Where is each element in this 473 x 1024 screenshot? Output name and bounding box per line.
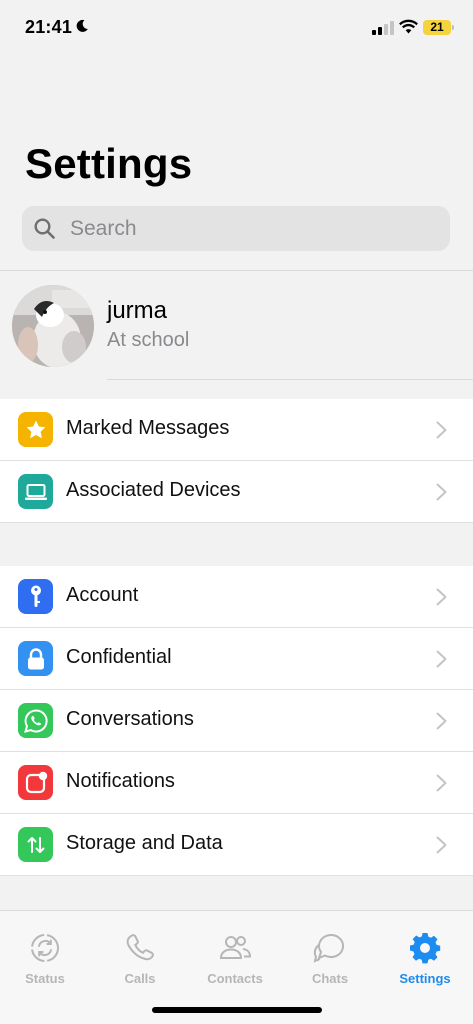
settings-item-label: Storage and Data [66, 832, 223, 854]
chevron-right-icon [436, 650, 447, 668]
battery-tip [452, 25, 454, 30]
chevron-right-icon [436, 483, 447, 501]
settings-item-marked-messages[interactable]: Marked Messages [0, 399, 473, 461]
chevron-right-icon [436, 774, 447, 792]
settings-item-associated-devices[interactable]: Associated Devices [0, 461, 473, 523]
settings-item-label: Notifications [66, 770, 175, 792]
settings-item-label: Marked Messages [66, 417, 230, 439]
key-icon [18, 579, 53, 614]
chevron-right-icon [436, 421, 447, 439]
wifi-icon [399, 19, 418, 34]
settings-group-primary: Marked Messages Associated Devices [0, 399, 473, 523]
clock: 21:41 [25, 17, 73, 37]
chevron-right-icon [436, 836, 447, 854]
phone-icon [126, 934, 154, 961]
chat-bubbles-icon [313, 933, 345, 963]
settings-item-conversations[interactable]: Conversations [0, 690, 473, 752]
profile-row[interactable]: jurma At school [0, 271, 473, 381]
cellular-signal-icon [372, 21, 394, 35]
avatar-photo [12, 285, 94, 367]
chevron-right-icon [436, 588, 447, 606]
settings-item-notifications[interactable]: Notifications [0, 752, 473, 814]
arrows-updown-icon [18, 827, 53, 862]
tab-status[interactable]: Status [0, 931, 90, 986]
contacts-icon [219, 936, 252, 959]
battery-indicator: 21 [423, 20, 451, 35]
settings-screen: 21:41 21 Settings Search jurma At school… [0, 0, 473, 1024]
lock-icon [18, 641, 53, 676]
tab-contacts[interactable]: Contacts [190, 931, 280, 986]
avatar[interactable] [12, 285, 94, 367]
divider [0, 522, 473, 523]
whatsapp-icon [18, 703, 53, 738]
star-icon [18, 412, 53, 447]
tab-label: Settings [399, 971, 451, 986]
settings-item-account[interactable]: Account [0, 566, 473, 628]
settings-item-label: Confidential [66, 646, 172, 668]
tab-chats[interactable]: Chats [285, 931, 375, 986]
settings-item-label: Associated Devices [66, 479, 241, 501]
settings-item-storage-and-data[interactable]: Storage and Data [0, 814, 473, 876]
status-icon [31, 934, 59, 962]
profile-status: At school [107, 329, 190, 351]
divider [107, 379, 473, 380]
settings-item-label: Account [66, 584, 139, 606]
search-bar[interactable]: Search [22, 206, 450, 251]
divider [0, 875, 473, 876]
laptop-icon [18, 474, 53, 509]
page-title: Settings [25, 140, 193, 187]
search-placeholder: Search [70, 217, 137, 240]
search-icon [34, 218, 55, 239]
status-bar: 21:41 21 [0, 0, 473, 56]
gear-icon [410, 933, 441, 964]
tab-settings[interactable]: Settings [380, 931, 470, 986]
settings-group-secondary: Account Confidential Conversations Notif… [0, 566, 473, 876]
chevron-right-icon [436, 712, 447, 730]
tab-label: Chats [311, 971, 349, 986]
settings-item-label: Conversations [66, 708, 194, 730]
tab-label: Status [25, 971, 65, 986]
home-indicator[interactable] [152, 1007, 322, 1013]
tab-calls[interactable]: Calls [95, 931, 185, 986]
tab-label: Contacts [207, 971, 263, 986]
tab-label: Calls [124, 971, 156, 986]
moon-icon [76, 19, 88, 32]
notification-icon [18, 765, 53, 800]
profile-name: jurma [107, 297, 168, 324]
settings-item-confidential[interactable]: Confidential [0, 628, 473, 690]
